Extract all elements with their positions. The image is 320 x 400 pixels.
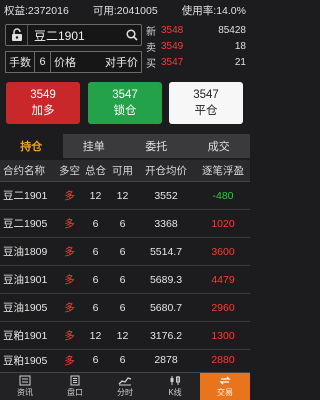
quote-ask: 卖 3549 18 — [146, 40, 246, 54]
trade-icon — [219, 376, 231, 385]
price-label: 价格 — [54, 57, 76, 69]
nav-trade[interactable]: 交易 — [200, 373, 250, 400]
tab-fills[interactable]: 成交 — [188, 134, 251, 158]
table-row[interactable]: 豆二1905 多 6 6 3368 1020 — [0, 210, 250, 238]
table-row[interactable]: 豆粕1905 多 6 6 2878 2880 — [0, 350, 250, 370]
order-entry-panel: 豆二1901 手数 6 价格 对手价 新 3548 85428 卖 3549 1… — [0, 20, 250, 75]
candlestick-icon — [170, 376, 180, 385]
search-icon[interactable] — [123, 25, 141, 45]
quote-bid: 买 3547 21 — [146, 56, 246, 70]
usage-rate-text: 使用率:14.0% — [181, 4, 246, 17]
lock-position-button[interactable]: 3547 锁仓 — [88, 82, 162, 124]
table-row[interactable]: 豆油1905 多 6 6 5680.7 2960 — [0, 294, 250, 322]
account-status-bar: 权益:2372016 可用:2041005 使用率:14.0% — [0, 0, 250, 20]
available-text: 可用:2041005 — [92, 4, 158, 17]
quantity-price-row: 手数 6 价格 对手价 — [5, 51, 142, 73]
buy-long-button[interactable]: 3549 加多 — [6, 82, 80, 124]
nav-timeshare[interactable]: 分时 — [100, 373, 150, 400]
nav-candlestick[interactable]: K线 — [150, 373, 200, 400]
nav-news[interactable]: 资讯 — [0, 373, 50, 400]
news-icon — [19, 375, 31, 386]
tab-orders[interactable]: 委托 — [125, 134, 188, 158]
trade-buttons: 3549 加多 3547 锁仓 3547 平仓 — [0, 82, 250, 124]
quote-last: 新 3548 85428 — [146, 24, 246, 38]
tab-positions[interactable]: 持仓 — [0, 134, 63, 158]
quantity-input[interactable]: 6 — [34, 51, 51, 73]
symbol-text: 豆二1901 — [34, 28, 85, 43]
price-value: 对手价 — [105, 57, 138, 69]
nav-orderbook[interactable]: 盘口 — [50, 373, 100, 400]
orderbook-icon — [70, 375, 80, 386]
positions-table: 合约名称 多空 总仓 可用 开仓均价 逐笔浮盈 豆二1901 多 12 12 3… — [0, 160, 250, 370]
table-row[interactable]: 豆二1901 多 12 12 3552 -480 — [0, 182, 250, 210]
equity-text: 权益:2372016 — [4, 4, 69, 17]
close-position-button[interactable]: 3547 平仓 — [169, 82, 243, 124]
quote-panel: 新 3548 85428 卖 3549 18 买 3547 21 — [146, 22, 246, 70]
price-selector[interactable]: 价格 对手价 — [50, 51, 142, 73]
tab-pending[interactable]: 挂单 — [63, 134, 126, 158]
table-row[interactable]: 豆粕1901 多 12 12 3176.2 1300 — [0, 322, 250, 350]
timeshare-icon — [118, 377, 132, 386]
unlock-icon[interactable] — [6, 25, 28, 45]
table-header: 合约名称 多空 总仓 可用 开仓均价 逐笔浮盈 — [0, 160, 250, 182]
bottom-navigation: 资讯 盘口 分时 K线 交易 — [0, 372, 250, 400]
table-row[interactable]: 豆油1809 多 6 6 5514.7 3600 — [0, 238, 250, 266]
symbol-selector[interactable]: 豆二1901 — [5, 24, 142, 46]
position-tabs: 持仓 挂单 委托 成交 — [0, 134, 250, 158]
table-row[interactable]: 豆油1901 多 6 6 5689.3 4479 — [0, 266, 250, 294]
qty-label: 手数 — [5, 51, 35, 73]
